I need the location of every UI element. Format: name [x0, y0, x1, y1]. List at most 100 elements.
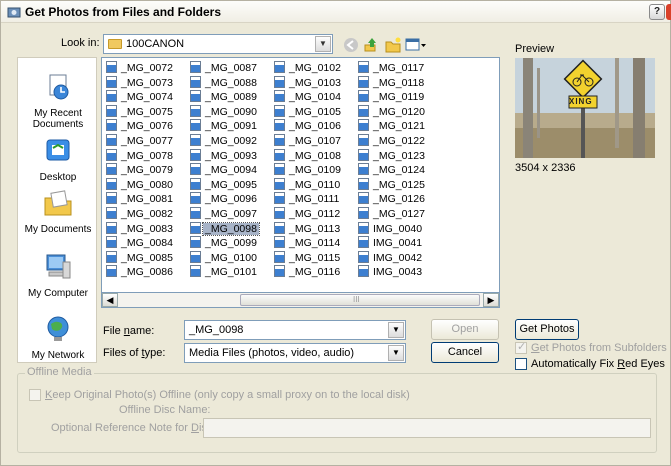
file-item[interactable]: _MG_0086 — [106, 265, 175, 280]
file-name: _MG_0105 — [289, 105, 341, 118]
file-item[interactable]: _MG_0111 — [274, 192, 343, 207]
scroll-left-button[interactable]: ◀ — [102, 293, 118, 307]
file-item[interactable]: _MG_0098 — [190, 221, 260, 237]
place-my-network[interactable]: My Network — [18, 314, 98, 361]
file-item[interactable]: _MG_0088 — [190, 75, 259, 91]
cancel-button[interactable]: Cancel — [431, 342, 499, 363]
file-item[interactable]: _MG_0126 — [358, 192, 427, 207]
chevron-down-icon[interactable]: ▼ — [315, 36, 331, 52]
file-item[interactable]: _MG_0093 — [190, 148, 259, 164]
file-item[interactable]: _MG_0082 — [106, 206, 175, 222]
image-file-icon — [358, 75, 369, 88]
file-item[interactable]: _MG_0096 — [190, 192, 259, 207]
file-item[interactable]: _MG_0085 — [106, 250, 175, 266]
scroll-right-button[interactable]: ▶ — [483, 293, 499, 307]
place-my-recent-documents[interactable]: My Recent Documents — [18, 72, 98, 130]
file-item[interactable]: _MG_0087 — [190, 61, 259, 76]
image-file-icon — [358, 119, 369, 132]
file-item[interactable]: _MG_0127 — [358, 206, 427, 222]
file-item[interactable]: _MG_0077 — [106, 133, 175, 149]
file-item[interactable]: _MG_0110 — [274, 177, 343, 193]
file-item[interactable]: _MG_0117 — [358, 61, 427, 76]
file-item[interactable]: _MG_0076 — [106, 119, 175, 134]
file-item[interactable]: IMG_0040 — [358, 221, 427, 237]
file-item[interactable]: _MG_0105 — [274, 104, 343, 120]
file-item[interactable]: _MG_0104 — [274, 90, 343, 105]
file-item[interactable]: _MG_0106 — [274, 119, 343, 134]
file-item[interactable]: IMG_0043 — [358, 265, 427, 280]
file-item[interactable]: _MG_0125 — [358, 177, 427, 193]
file-item[interactable]: _MG_0092 — [190, 133, 259, 149]
offline-media-title: Offline Media — [25, 366, 94, 378]
reference-note-field[interactable] — [203, 418, 651, 438]
file-item[interactable]: _MG_0080 — [106, 177, 175, 193]
file-item[interactable]: _MG_0107 — [274, 133, 343, 149]
file-item[interactable]: _MG_0094 — [190, 163, 259, 178]
close-button[interactable] — [666, 4, 671, 20]
file-item[interactable]: _MG_0109 — [274, 163, 343, 178]
file-item[interactable]: _MG_0084 — [106, 236, 175, 251]
file-item[interactable]: _MG_0078 — [106, 148, 175, 164]
open-button[interactable]: Open — [431, 319, 499, 340]
file-item[interactable]: _MG_0091 — [190, 119, 259, 134]
file-item[interactable]: _MG_0115 — [274, 250, 343, 266]
file-name-field[interactable]: _MG_0098 ▼ — [184, 320, 406, 340]
file-item[interactable]: _MG_0100 — [190, 250, 259, 266]
file-item[interactable]: _MG_0122 — [358, 133, 427, 149]
scroll-thumb[interactable]: III — [240, 294, 480, 306]
view-menu-icon[interactable] — [405, 37, 427, 53]
file-item[interactable]: _MG_0075 — [106, 104, 175, 120]
chevron-down-icon[interactable]: ▼ — [388, 322, 404, 338]
file-item[interactable]: _MG_0073 — [106, 75, 175, 91]
file-name: _MG_0126 — [373, 193, 425, 206]
file-item[interactable]: _MG_0089 — [190, 90, 259, 105]
up-folder-icon[interactable] — [363, 37, 379, 53]
red-eye-checkbox[interactable] — [515, 358, 527, 370]
file-list[interactable]: _MG_0072 _MG_0073 _MG_0074 _MG_0075 _MG_0076… — [101, 57, 500, 307]
file-item[interactable]: _MG_0116 — [274, 265, 343, 280]
horizontal-scrollbar[interactable]: ◀ III ▶ — [101, 292, 500, 308]
file-item[interactable]: _MG_0108 — [274, 148, 343, 164]
image-file-icon — [358, 104, 369, 117]
file-item[interactable]: _MG_0074 — [106, 90, 175, 105]
file-item[interactable]: _MG_0099 — [190, 236, 259, 251]
get-photos-button[interactable]: Get Photos — [515, 319, 579, 340]
new-folder-icon[interactable] — [385, 37, 401, 53]
look-in-dropdown[interactable]: 100CANON ▼ — [103, 34, 333, 54]
keep-offline-checkbox[interactable] — [29, 389, 41, 401]
place-desktop[interactable]: Desktop — [18, 136, 98, 183]
file-item[interactable]: _MG_0119 — [358, 90, 427, 105]
file-item[interactable]: _MG_0101 — [190, 265, 259, 280]
place-my-documents[interactable]: My Documents — [18, 188, 98, 235]
file-item[interactable]: _MG_0102 — [274, 61, 343, 76]
file-type-label: Files of type: — [103, 347, 166, 359]
file-item[interactable]: _MG_0097 — [190, 206, 259, 222]
file-item[interactable]: _MG_0121 — [358, 119, 427, 134]
file-item[interactable]: _MG_0072 — [106, 61, 175, 76]
subfolders-checkbox[interactable] — [515, 340, 527, 354]
file-item[interactable]: _MG_0120 — [358, 104, 427, 120]
file-item[interactable]: _MG_0095 — [190, 177, 259, 193]
place-label: My Documents — [24, 224, 92, 235]
file-column-3: _MG_0102 _MG_0103 _MG_0104 _MG_0105 _MG_0106… — [274, 61, 343, 280]
file-item[interactable]: IMG_0042 — [358, 250, 427, 266]
file-item[interactable]: _MG_0103 — [274, 75, 343, 91]
file-item[interactable]: _MG_0124 — [358, 163, 427, 178]
image-file-icon — [106, 250, 117, 263]
file-type-dropdown[interactable]: Media Files (photos, video, audio) ▼ — [184, 343, 406, 363]
file-item[interactable]: _MG_0123 — [358, 148, 427, 164]
file-item[interactable]: _MG_0112 — [274, 206, 343, 222]
file-item[interactable]: _MG_0079 — [106, 163, 175, 178]
image-file-icon — [106, 221, 117, 234]
help-button[interactable]: ? — [649, 4, 665, 20]
file-item[interactable]: _MG_0083 — [106, 221, 175, 237]
file-item[interactable]: _MG_0081 — [106, 192, 175, 207]
file-item[interactable]: IMG_0041 — [358, 236, 427, 251]
file-item[interactable]: _MG_0114 — [274, 236, 343, 251]
file-item[interactable]: _MG_0090 — [190, 104, 259, 120]
file-item[interactable]: _MG_0118 — [358, 75, 427, 91]
back-icon[interactable] — [343, 37, 359, 53]
file-item[interactable]: _MG_0113 — [274, 221, 343, 237]
place-my-computer[interactable]: My Computer — [18, 252, 98, 299]
chevron-down-icon[interactable]: ▼ — [388, 345, 404, 361]
